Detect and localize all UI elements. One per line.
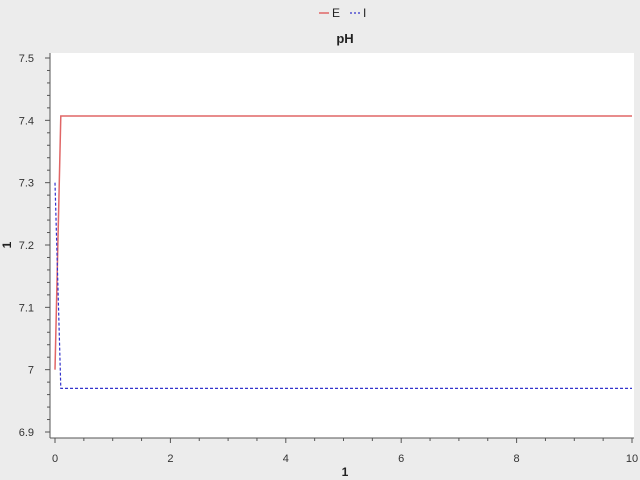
x-tick-label: 4 [283, 453, 289, 465]
y-tick-label: 6.9 [19, 427, 34, 439]
y-tick-label: 7.5 [19, 53, 34, 65]
x-tick-label: 2 [167, 453, 173, 465]
x-tick-label: 6 [398, 453, 404, 465]
x-tick-label: 0 [52, 453, 58, 465]
legend-label-i: I [363, 6, 366, 20]
y-tick-label: 7.2 [19, 240, 34, 252]
legend: E I [319, 6, 366, 20]
plot-area [50, 53, 634, 438]
x-tick-label: 10 [626, 453, 638, 465]
y-tick-label: 7.3 [19, 178, 34, 190]
y-tick-label: 7 [28, 365, 34, 377]
y-axis-title: 1 [0, 241, 14, 248]
legend-label-e: E [332, 6, 340, 20]
x-axis-title: 1 [342, 465, 349, 479]
ph-line-chart: E I pH 0 2 4 6 8 10 6.9 7 7.1 7.2 7.3 7.4 7.5 1 1 [0, 6, 638, 479]
chart-title: pH [336, 31, 353, 46]
y-tick-label: 7.4 [19, 115, 34, 127]
x-tick-label: 8 [514, 453, 520, 465]
y-tick-label: 7.1 [19, 302, 34, 314]
